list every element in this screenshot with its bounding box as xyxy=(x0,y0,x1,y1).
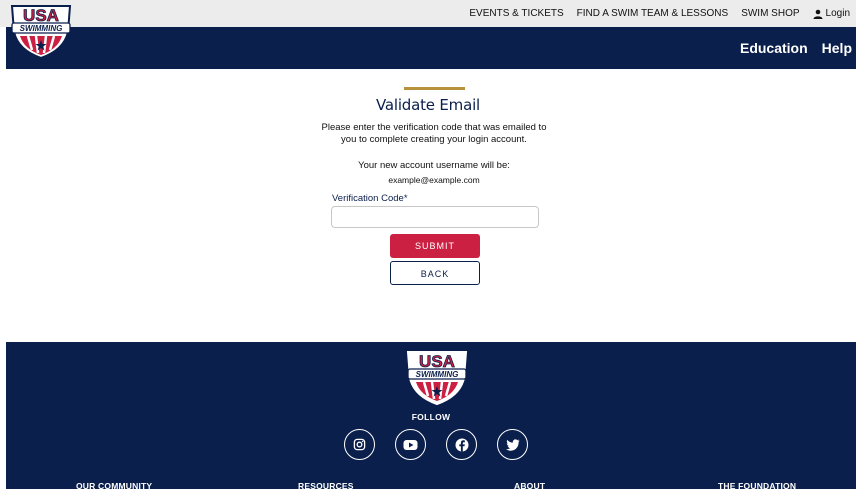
instagram-icon xyxy=(353,438,366,451)
login-label: Login xyxy=(825,8,850,19)
login-link[interactable]: Login xyxy=(813,8,850,19)
utility-bar: EVENTS & TICKETS FIND A SWIM TEAM & LESS… xyxy=(0,0,856,27)
nav-find-swim-team[interactable]: FIND A SWIM TEAM & LESSONS xyxy=(577,8,729,19)
footer-columns: OUR COMMUNITY RESOURCES ABOUT THE FOUNDA… xyxy=(6,481,856,489)
main-nav: Education Help xyxy=(740,27,852,69)
twitter-icon xyxy=(505,438,519,451)
social-links xyxy=(344,429,528,460)
facebook-link[interactable] xyxy=(446,429,477,460)
follow-label: FOLLOW xyxy=(411,412,451,422)
utility-nav: EVENTS & TICKETS FIND A SWIM TEAM & LESS… xyxy=(469,0,850,27)
footer-col-resources[interactable]: RESOURCES xyxy=(298,481,354,489)
page-title: Validate Email xyxy=(375,96,481,114)
username-label: Your new account username will be: xyxy=(358,160,510,171)
verification-code-input[interactable] xyxy=(331,206,539,228)
facebook-icon xyxy=(455,438,468,451)
username-value: example@example.com xyxy=(388,175,480,185)
logo-text-top: USA xyxy=(23,6,59,25)
footer-logo-text-bottom: SWIMMING xyxy=(416,370,459,379)
footer-logo[interactable]: USA SWIMMING xyxy=(402,348,472,406)
logo-text-bottom: SWIMMING xyxy=(20,24,63,33)
nav-swim-shop[interactable]: SWIM SHOP xyxy=(741,8,799,19)
footer-col-our-community[interactable]: OUR COMMUNITY xyxy=(76,481,152,489)
nav-help[interactable]: Help xyxy=(822,40,852,56)
site-footer: USA SWIMMING FOLLOW OUR COMMUNITY RESOUR… xyxy=(6,342,856,489)
nav-events-tickets[interactable]: EVENTS & TICKETS xyxy=(469,8,563,19)
footer-col-the-foundation[interactable]: THE FOUNDATION xyxy=(718,481,796,489)
nav-education[interactable]: Education xyxy=(740,40,808,56)
usa-swimming-logo[interactable]: USA SWIMMING xyxy=(6,2,76,60)
title-accent-rule xyxy=(404,87,465,90)
youtube-icon xyxy=(403,439,418,450)
user-icon xyxy=(813,9,823,19)
submit-button[interactable]: SUBMIT xyxy=(390,234,480,258)
footer-logo-text-top: USA xyxy=(419,352,455,371)
main-header: Education Help xyxy=(6,27,856,69)
back-button[interactable]: BACK xyxy=(390,261,480,285)
form-description: Please enter the verification code that … xyxy=(321,122,547,145)
validate-email-form: Validate Email Please enter the verifica… xyxy=(0,69,856,342)
youtube-link[interactable] xyxy=(395,429,426,460)
instagram-link[interactable] xyxy=(344,429,375,460)
twitter-link[interactable] xyxy=(497,429,528,460)
verification-code-label: Verification Code* xyxy=(332,193,408,204)
footer-col-about[interactable]: ABOUT xyxy=(514,481,545,489)
